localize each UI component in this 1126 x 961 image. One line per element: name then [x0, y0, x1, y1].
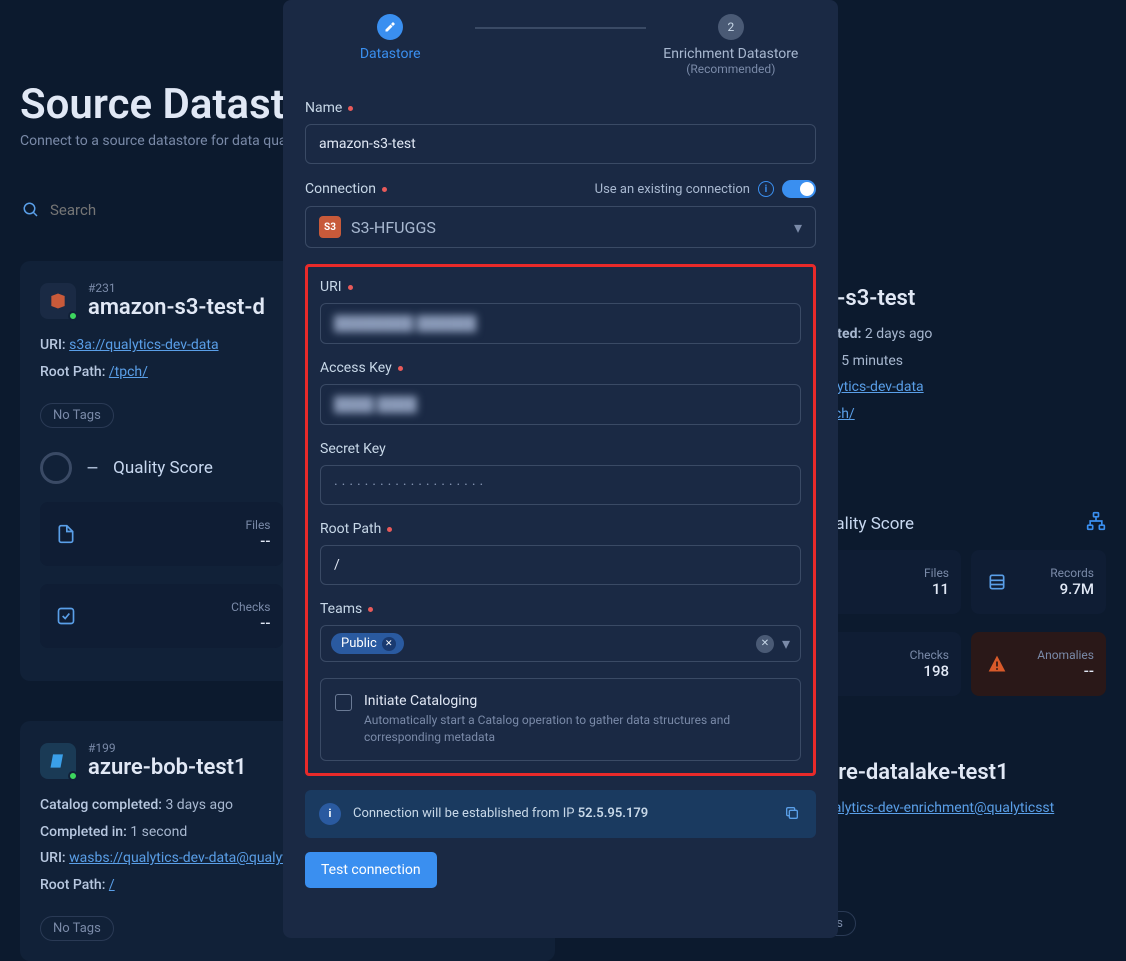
connection-value: S3-HFUGGS — [351, 218, 436, 237]
root-path-label: Root Path — [320, 521, 381, 537]
stat-anomalies[interactable]: Anomalies-- — [971, 632, 1106, 696]
required-dot-icon — [387, 527, 392, 532]
initiate-cataloging-checkbox[interactable]: Initiate Cataloging Automatically start … — [320, 678, 801, 761]
name-input[interactable] — [305, 124, 816, 164]
stat-checks[interactable]: Checks198 — [826, 632, 961, 696]
root-link[interactable]: /tpch/ — [109, 364, 148, 380]
highlighted-section: URI ████████ ██████ Access Key ████ ████… — [305, 264, 816, 776]
required-dot-icon — [382, 187, 387, 192]
records-icon — [983, 568, 1011, 596]
card-id: #231 — [88, 281, 265, 295]
s3-icon — [40, 283, 76, 319]
chevron-down-icon: ▾ — [782, 634, 790, 653]
chevron-down-icon: ▾ — [794, 218, 802, 237]
required-dot-icon — [398, 366, 403, 371]
uri-link[interactable]: ualytics-dev-enrichment@qualyticsst — [826, 800, 1054, 816]
no-tags-badge: No Tags — [40, 403, 114, 428]
hierarchy-icon[interactable] — [1086, 511, 1106, 536]
file-icon — [52, 520, 80, 548]
uri-label: URI — [320, 279, 342, 295]
test-connection-button[interactable]: Test connection — [305, 852, 437, 888]
status-dot — [68, 311, 78, 321]
uri-link[interactable]: wasbs://qualytics-dev-data@qualyticsst — [69, 850, 316, 866]
connection-label: Connection — [305, 181, 376, 197]
root-path-input[interactable] — [320, 545, 801, 585]
root-label: Root Path: — [40, 364, 105, 380]
uri-label: URI: — [40, 337, 66, 353]
card-name: amazon-s3-test-d — [88, 295, 265, 320]
card-id: #199 — [88, 741, 247, 755]
checkbox-icon[interactable] — [335, 694, 352, 711]
secret-key-label: Secret Key — [320, 441, 386, 457]
pencil-icon — [377, 14, 403, 40]
add-datastore-modal: Datastore 2 Enrichment Datastore (Recomm… — [283, 0, 838, 938]
s3-icon: S3 — [319, 216, 341, 238]
card-name: azure-bob-test1 — [88, 755, 247, 780]
uri-link[interactable]: alytics-dev-data — [826, 379, 924, 395]
quality-circle-icon — [40, 452, 72, 484]
uri-input[interactable]: ████████ ██████ — [320, 303, 801, 344]
required-dot-icon — [348, 285, 353, 290]
modal-stepper: Datastore 2 Enrichment Datastore (Recomm… — [305, 14, 816, 76]
copy-icon[interactable] — [784, 805, 802, 823]
uri-link[interactable]: s3a://qualytics-dev-data — [69, 337, 218, 353]
warning-icon — [983, 650, 1011, 678]
access-key-input[interactable]: ████ ████ — [320, 384, 801, 425]
stat-records[interactable]: Records9.7M — [971, 550, 1106, 614]
quality-dash: – — [86, 456, 99, 480]
datastore-card-peek: s-s3-test leted: 2 days ago n: 5 minutes… — [826, 286, 1106, 822]
checks-icon — [52, 602, 80, 630]
info-icon: i — [319, 803, 341, 825]
remove-chip-icon[interactable]: ✕ — [382, 637, 396, 651]
catalog-title: Initiate Cataloging — [364, 693, 786, 709]
team-chip[interactable]: Public✕ — [331, 633, 404, 654]
connection-note: i Connection will be established from IP… — [305, 790, 816, 838]
quality-label: Quality Score — [113, 458, 213, 478]
secret-key-input[interactable]: ···················· — [320, 465, 801, 505]
stat-files[interactable]: Files11 — [826, 550, 961, 614]
catalog-desc: Automatically start a Catalog operation … — [364, 712, 786, 746]
connection-ip: 52.5.95.179 — [578, 806, 649, 821]
step-enrichment[interactable]: 2 Enrichment Datastore (Recommended) — [646, 14, 816, 76]
teams-label: Teams — [320, 601, 362, 617]
root-link[interactable]: / — [109, 877, 115, 893]
stat-checks[interactable]: Checks-- — [40, 584, 283, 648]
clear-icon[interactable]: ✕ — [756, 635, 774, 653]
required-dot-icon — [368, 607, 373, 612]
step-datastore[interactable]: Datastore — [305, 14, 475, 62]
name-label: Name — [305, 100, 342, 116]
teams-select[interactable]: Public✕ ✕ ▾ — [320, 625, 801, 662]
use-existing-label: Use an existing connection — [595, 182, 750, 197]
stat-files[interactable]: Files-- — [40, 502, 283, 566]
azure-icon — [40, 743, 76, 779]
connection-select[interactable]: S3 S3-HFUGGS ▾ — [305, 206, 816, 248]
status-dot — [68, 771, 78, 781]
access-key-label: Access Key — [320, 360, 392, 376]
required-dot-icon — [348, 106, 353, 111]
use-existing-toggle[interactable] — [782, 180, 816, 198]
search-icon — [20, 199, 42, 221]
info-icon[interactable]: i — [758, 181, 774, 197]
